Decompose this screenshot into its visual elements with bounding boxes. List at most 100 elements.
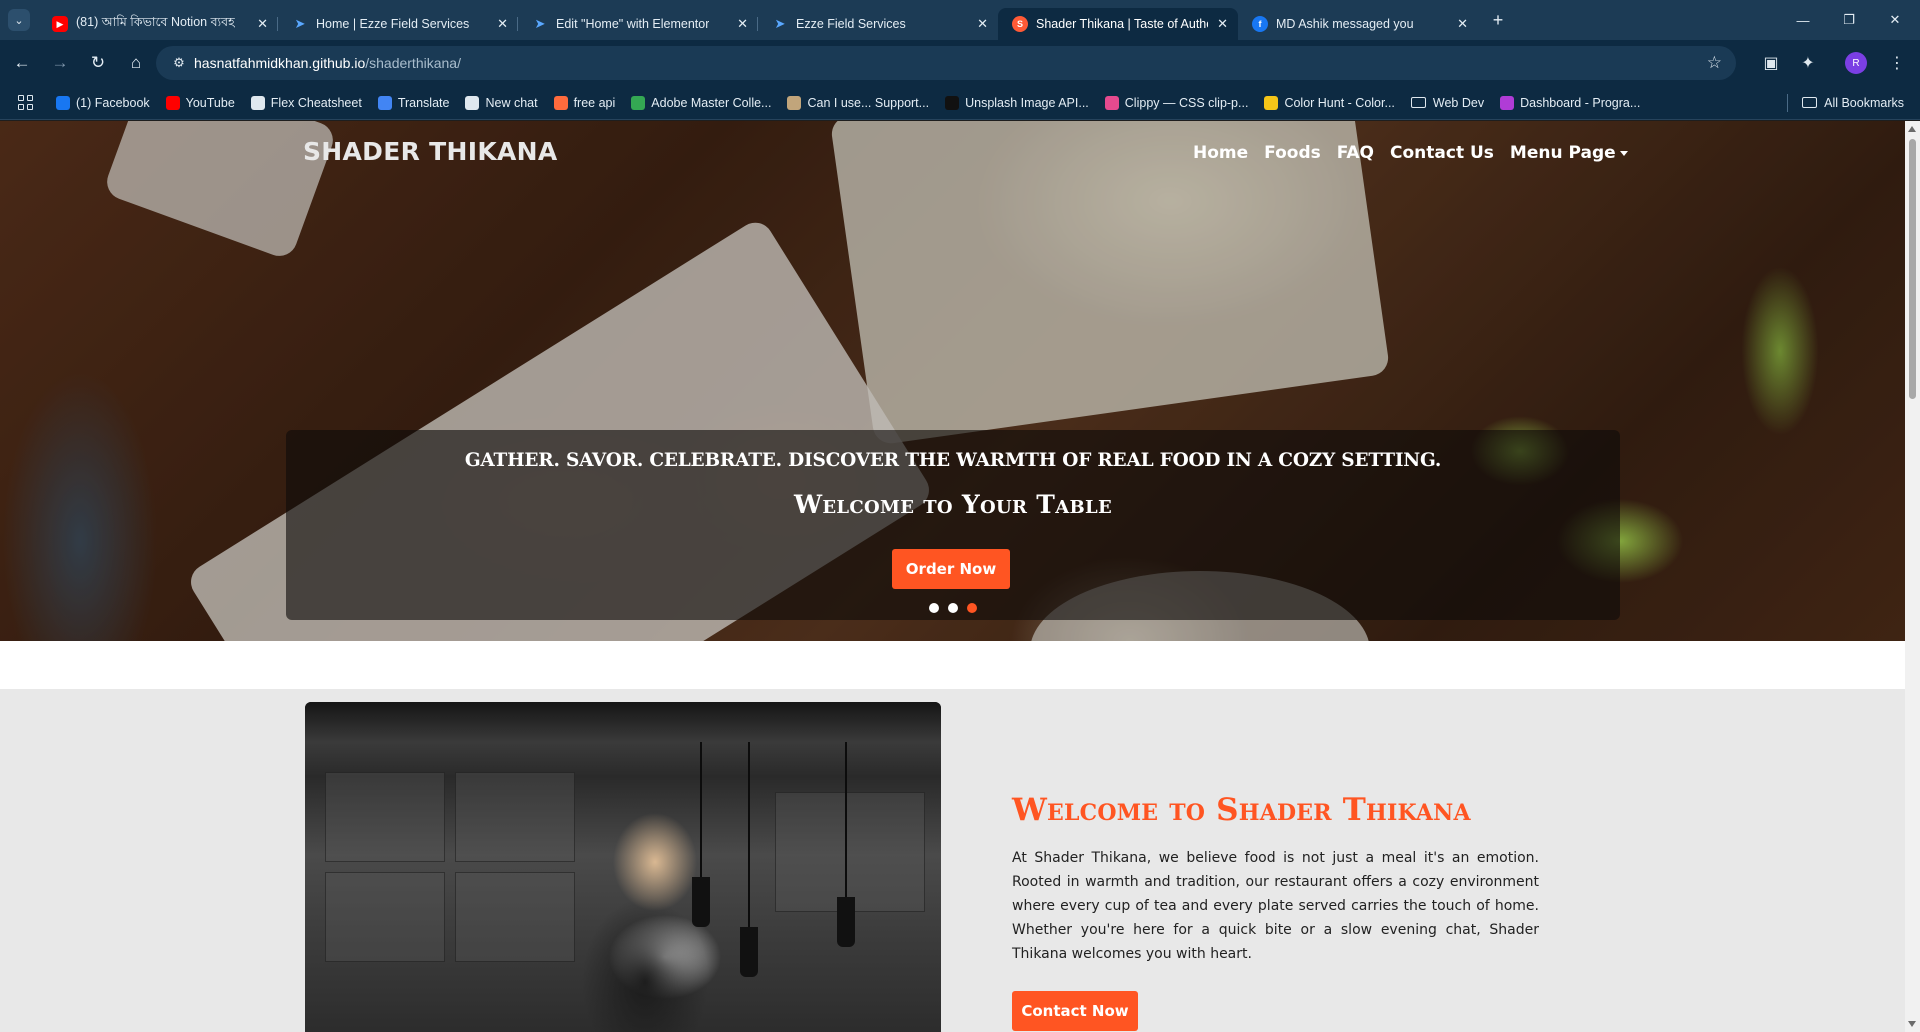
tab-title: (81) আমি কিভাবে Notion ব্যবহ (76, 15, 235, 29)
close-window-button[interactable]: ✕ (1872, 0, 1918, 40)
forward-icon[interactable]: → (42, 45, 78, 81)
bookmark-item[interactable]: (1) Facebook (56, 95, 150, 110)
profile-avatar[interactable]: R (1845, 52, 1867, 74)
programming-hero-icon (1500, 95, 1515, 110)
url-text[interactable]: hasnatfahmidkhan.github.io/shaderthikana… (194, 55, 461, 71)
carousel-indicators (286, 603, 1620, 613)
wordpress-icon: ➤ (774, 16, 786, 31)
browser-menu-icon[interactable]: ⋮ (1880, 46, 1914, 80)
nav-menu-page[interactable]: Menu Page (1510, 143, 1628, 163)
tab-ezze-home[interactable]: ➤ Home | Ezze Field Services ✕ (278, 8, 518, 40)
address-toolbar: ← → ↻ ⌂ ⚙ hasnatfahmidkhan.github.io/sha… (0, 40, 1920, 86)
carousel-dot[interactable] (929, 603, 939, 613)
address-bar[interactable]: ⚙ hasnatfahmidkhan.github.io/shaderthika… (156, 46, 1736, 80)
scroll-down-icon[interactable] (1908, 1021, 1916, 1027)
order-now-button[interactable]: Order Now (892, 549, 1010, 589)
bookmark-item[interactable]: YouTube (165, 95, 235, 110)
back-icon[interactable]: ← (4, 45, 40, 81)
unsplash-icon (945, 95, 960, 110)
nav-home[interactable]: Home (1193, 143, 1248, 163)
minimize-button[interactable]: — (1780, 0, 1826, 40)
nav-contact[interactable]: Contact Us (1390, 143, 1494, 163)
apps-grid-icon[interactable] (18, 94, 34, 111)
api-icon (553, 95, 568, 110)
translate-icon (377, 95, 392, 110)
caniuse-icon (787, 95, 802, 110)
site-info-icon[interactable]: ⚙ (164, 55, 194, 71)
page-scrollbar[interactable] (1905, 121, 1920, 1032)
bookmarks-bar: (1) Facebook YouTube Flex Cheatsheet Transl… (0, 86, 1920, 120)
clippy-icon (1104, 95, 1119, 110)
all-bookmarks[interactable]: All Bookmarks (1802, 96, 1904, 110)
tab-title: MD Ashik messaged you (1276, 17, 1414, 31)
close-icon[interactable]: ✕ (737, 16, 748, 32)
tab-ezze[interactable]: ➤ Ezze Field Services ✕ (758, 8, 998, 40)
new-tab-button[interactable]: + (1484, 10, 1512, 31)
bookmark-item[interactable]: Unsplash Image API... (945, 95, 1089, 110)
tab-title: Ezze Field Services (796, 17, 906, 31)
bookmark-item[interactable]: Clippy — CSS clip-p... (1104, 95, 1248, 110)
browser-tab-strip: ⌄ ▶ (81) আমি কিভাবে Notion ব্যবহ ✕ ➤ Hom… (0, 0, 1920, 40)
folder-icon (1802, 97, 1818, 108)
bookmark-item[interactable]: New chat (465, 95, 538, 110)
facebook-icon (56, 95, 70, 110)
bookmark-item[interactable]: Web Dev (1410, 96, 1484, 110)
nav-foods[interactable]: Foods (1264, 143, 1321, 163)
nav-faq[interactable]: FAQ (1337, 143, 1374, 163)
hero-title: Welcome to Your Table (794, 490, 1112, 519)
tab-facebook-message[interactable]: f MD Ashik messaged you ✕ (1238, 8, 1478, 40)
bookmark-item[interactable]: Color Hunt - Color... (1264, 95, 1395, 110)
tab-title: Shader Thikana | Taste of Authe (1036, 17, 1208, 31)
about-section: Welcome to Shader Thikana At Shader Thik… (0, 689, 1905, 1032)
hero-tagline: GATHER. SAVOR. CELEBRATE. DISCOVER THE W… (464, 450, 1442, 471)
contact-now-button[interactable]: Contact Now (1012, 991, 1138, 1031)
home-icon[interactable]: ⌂ (118, 45, 154, 81)
facebook-icon: f (1252, 16, 1268, 32)
youtube-icon (165, 95, 180, 110)
tab-title: Edit "Home" with Elementor (556, 17, 710, 31)
wordpress-icon: ➤ (534, 16, 546, 31)
bookmark-item[interactable]: Dashboard - Progra... (1500, 95, 1640, 110)
adobe-icon (631, 95, 646, 110)
reload-icon[interactable]: ↻ (80, 45, 116, 81)
carousel-dot[interactable] (967, 603, 977, 613)
site-logo[interactable]: SHADER THIKANA (303, 137, 558, 166)
extensions-icon[interactable]: ✦ (1791, 46, 1825, 80)
about-text: At Shader Thikana, we believe food is no… (1012, 850, 1539, 962)
site-icon: S (1012, 16, 1028, 32)
close-icon[interactable]: ✕ (497, 16, 508, 32)
scroll-up-icon[interactable] (1908, 126, 1916, 132)
folder-icon (1410, 97, 1426, 108)
bookmark-item[interactable]: free api (553, 95, 615, 110)
bookmark-star-icon[interactable]: ☆ (1707, 53, 1722, 73)
reading-mode-icon[interactable]: ▣ (1754, 46, 1788, 80)
site-nav: Home Foods FAQ Contact Us Menu Page (1193, 143, 1628, 163)
close-icon[interactable]: ✕ (257, 16, 268, 32)
close-icon[interactable]: ✕ (1457, 16, 1468, 32)
circle-icon (250, 95, 265, 110)
about-title: Welcome to Shader Thikana (1012, 792, 1471, 828)
hero-caption: GATHER. SAVOR. CELEBRATE. DISCOVER THE W… (286, 430, 1620, 620)
hero-carousel: SHADER THIKANA Home Foods FAQ Contact Us… (0, 121, 1905, 641)
tab-search-icon[interactable]: ⌄ (8, 9, 30, 31)
tab-shader-thikana[interactable]: S Shader Thikana | Taste of Authe ✕ (998, 8, 1238, 40)
scroll-thumb[interactable] (1909, 139, 1916, 399)
tab-title: Home | Ezze Field Services (316, 17, 470, 31)
bookmark-item[interactable]: Adobe Master Colle... (631, 95, 771, 110)
close-icon[interactable]: ✕ (1217, 16, 1228, 32)
youtube-icon: ▶ (52, 16, 68, 32)
carousel-dot[interactable] (948, 603, 958, 613)
bookmark-item[interactable]: Translate (377, 95, 449, 110)
chef-kitchen-image (305, 702, 941, 1032)
page-viewport: SHADER THIKANA Home Foods FAQ Contact Us… (0, 121, 1905, 1032)
tab-youtube[interactable]: ▶ (81) আমি কিভাবে Notion ব্যবহ ✕ (38, 8, 278, 40)
tab-elementor[interactable]: ➤ Edit "Home" with Elementor ✕ (518, 8, 758, 40)
bookmark-item[interactable]: Flex Cheatsheet (250, 95, 362, 110)
colorhunt-icon (1264, 95, 1279, 110)
chevron-down-icon (1619, 150, 1628, 156)
wordpress-icon: ➤ (294, 16, 306, 31)
restore-button[interactable]: ❐ (1826, 0, 1872, 40)
close-icon[interactable]: ✕ (977, 16, 988, 32)
bookmark-item[interactable]: Can I use... Support... (787, 95, 929, 110)
chatgpt-icon (465, 95, 480, 110)
